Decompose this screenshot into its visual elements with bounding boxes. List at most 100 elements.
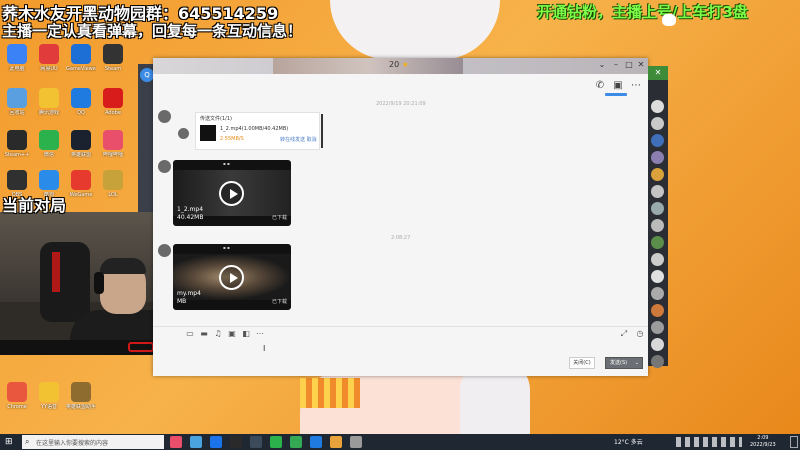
desktop-shortcut[interactable]: WeGame	[66, 170, 96, 198]
video-message[interactable]: ▪ ▪ 1_2.mp4 40.42MB 已下载	[173, 160, 291, 226]
game-icon[interactable]	[330, 436, 342, 448]
more-icon[interactable]: ⋯	[630, 80, 642, 92]
avatar[interactable]	[178, 128, 189, 139]
desktop-shortcut-label: Chrome	[7, 404, 27, 410]
desktop-shortcut[interactable]: 哔哩哔哩	[98, 130, 128, 158]
contact-avatar[interactable]	[651, 100, 664, 113]
system-tray-icons[interactable]	[676, 437, 742, 447]
desktop-shortcut[interactable]: 英雄联盟助手	[66, 382, 96, 410]
app-icon	[39, 88, 59, 108]
steam-icon[interactable]	[250, 436, 262, 448]
contact-avatar[interactable]	[651, 355, 664, 368]
desktop-shortcut[interactable]: 腾讯游戏	[34, 88, 64, 116]
desktop-shortcut[interactable]: 网易UU	[34, 44, 64, 72]
file-actions[interactable]: 转在线发送 取消	[280, 136, 317, 143]
desktop-shortcut[interactable]: Steam++	[2, 130, 32, 158]
contact-avatar[interactable]	[651, 270, 664, 283]
chat-message-list[interactable]: 2022/9/19 20:21:09 传送文件(1/1) 1_2.mp4(1.0…	[153, 98, 648, 326]
desktop-shortcut[interactable]: 英雄联盟	[66, 130, 96, 158]
send-button[interactable]: 发送(S) ⌄	[605, 357, 643, 369]
system-clock[interactable]: 2:09 2022/9/23	[750, 435, 776, 449]
headset-icon	[94, 272, 104, 294]
video-call-icon[interactable]: ▣	[612, 80, 624, 92]
more-tools-icon[interactable]: ⋯	[255, 329, 265, 339]
desktop-shortcut[interactable]: Chrome	[2, 382, 32, 410]
desktop-shortcut[interactable]: QQ	[66, 88, 96, 116]
phone-icon[interactable]: ✆	[594, 80, 606, 92]
video-message[interactable]: ▪ ▪ my.mp4 MB 已下载	[173, 244, 291, 310]
close-button[interactable]: 关闭(C)	[569, 357, 595, 369]
desktop-shortcut-label: 英雄联盟助手	[66, 404, 96, 410]
divider	[321, 114, 323, 148]
video-status: 已下载	[271, 299, 287, 305]
video-status: 已下载	[271, 215, 287, 221]
notification-icon[interactable]	[790, 436, 798, 448]
send-options-icon[interactable]: ⌄	[635, 358, 639, 368]
avatar[interactable]	[158, 244, 171, 257]
clock-date: 2022/9/23	[750, 442, 776, 448]
video-file-icon	[200, 125, 216, 141]
wechat-icon[interactable]	[290, 436, 302, 448]
search-icon: ⌕	[25, 437, 30, 446]
qq-icon[interactable]	[310, 436, 322, 448]
contact-avatar[interactable]	[651, 117, 664, 130]
menu-icon[interactable]: ⌄	[597, 60, 607, 70]
contact-avatar[interactable]	[651, 253, 664, 266]
search-input[interactable]: ⌕ 在这里输入你要搜索的内容	[22, 435, 164, 449]
contact-avatar[interactable]	[651, 287, 664, 300]
contact-avatar[interactable]	[651, 151, 664, 164]
brand-logo-icon	[128, 342, 154, 352]
desktop-shortcut[interactable]: 微信	[34, 130, 64, 158]
history-icon[interactable]: ◷	[635, 329, 645, 339]
image-icon[interactable]: ▣	[227, 329, 237, 339]
desktop-shortcut-label: QQ	[77, 110, 85, 116]
contact-avatar[interactable]	[651, 168, 664, 181]
maximize-icon[interactable]: □	[624, 60, 634, 70]
green-close-icon[interactable]: ✕	[648, 66, 668, 80]
contact-avatar[interactable]	[651, 236, 664, 249]
edge-icon[interactable]	[210, 436, 222, 448]
minimize-icon[interactable]: –	[611, 60, 621, 70]
obs-icon[interactable]	[230, 436, 242, 448]
app-icon	[71, 170, 91, 190]
contact-avatar[interactable]	[651, 134, 664, 147]
desktop-shortcut[interactable]: Steam	[98, 44, 128, 72]
file-name: 1_2.mp4(1.00MB/40.42MB)	[220, 126, 289, 132]
app-icon	[7, 130, 27, 150]
screenshot-icon[interactable]: ◧	[241, 329, 251, 339]
qq-chat-icon[interactable]	[350, 436, 362, 448]
contact-avatar[interactable]	[651, 321, 664, 334]
weather-text[interactable]: 12°C 多云	[614, 437, 643, 446]
message-input[interactable]: I 关闭(C) 发送(S) ⌄	[153, 342, 648, 376]
desktop-shortcut[interactable]: YY语音	[34, 382, 64, 410]
contact-avatar[interactable]	[651, 338, 664, 351]
bilibili-icon[interactable]	[170, 436, 182, 448]
desktop-shortcut[interactable]: GameViewer	[66, 44, 96, 72]
avatar[interactable]	[158, 160, 171, 173]
qq-app-icon[interactable]: Q	[140, 68, 154, 82]
chat-titlebar[interactable]: 20 ★ ⌄ – □ ✕	[153, 58, 648, 74]
gaming-chair	[40, 242, 90, 322]
folder-open-icon[interactable]: ▬	[199, 329, 209, 339]
close-icon[interactable]: ✕	[636, 60, 646, 70]
desktop-shortcut[interactable]: LOL	[98, 170, 128, 198]
file-transfer-card[interactable]: 传送文件(1/1) 1_2.mp4(1.00MB/40.42MB) 2.55MB…	[195, 112, 320, 150]
desktop-shortcut[interactable]: 回收站	[2, 88, 32, 116]
wegame-icon[interactable]	[270, 436, 282, 448]
desktop-shortcut-label: Steam	[104, 66, 122, 72]
contact-avatar[interactable]	[651, 219, 664, 232]
play-icon[interactable]	[219, 265, 244, 290]
desktop-shortcut[interactable]: Adobe	[98, 88, 128, 116]
play-icon[interactable]	[219, 181, 244, 206]
chat-icon[interactable]	[190, 436, 202, 448]
streamer-hair	[100, 258, 146, 274]
contact-avatar[interactable]	[651, 304, 664, 317]
folder-icon[interactable]: ▭	[185, 329, 195, 339]
windows-start-icon[interactable]: ⊞	[5, 437, 15, 447]
contact-avatar[interactable]	[651, 185, 664, 198]
expand-icon[interactable]: ⤢	[619, 329, 629, 339]
desktop-shortcut[interactable]: 此电脑	[2, 44, 32, 72]
contact-avatar[interactable]	[651, 202, 664, 215]
music-icon[interactable]: ♫	[213, 329, 223, 339]
avatar[interactable]	[158, 110, 171, 123]
